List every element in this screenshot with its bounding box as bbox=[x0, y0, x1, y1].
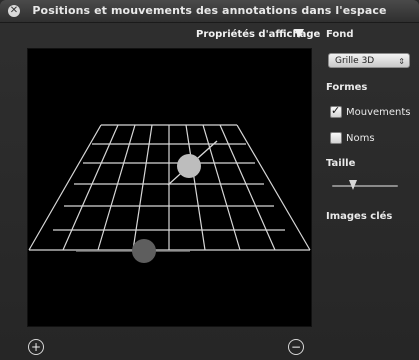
3d-grid-svg bbox=[28, 124, 311, 263]
noms-label: Noms bbox=[346, 133, 375, 144]
grid-lines bbox=[28, 124, 311, 251]
title-bar: ✕ Positions et mouvements des annotation… bbox=[0, 0, 419, 23]
taille-slider-track[interactable] bbox=[332, 185, 398, 187]
remove-button[interactable]: − bbox=[288, 339, 304, 355]
minus-icon: − bbox=[290, 340, 302, 354]
fond-select[interactable]: Grille 3D ⇕ bbox=[328, 53, 410, 68]
3d-grid-viewport[interactable] bbox=[27, 48, 312, 327]
annotations-window: ✕ Positions et mouvements des annotation… bbox=[0, 0, 419, 360]
plus-icon: + bbox=[30, 340, 42, 354]
images-cles-label: Images clés bbox=[326, 211, 393, 222]
taille-label: Taille bbox=[326, 158, 356, 169]
taille-slider-thumb[interactable] bbox=[349, 180, 357, 190]
window-title: Positions et mouvements des annotations … bbox=[32, 4, 387, 17]
fond-select-value: Grille 3D bbox=[335, 56, 375, 66]
select-stepper-icon: ⇕ bbox=[398, 57, 405, 66]
mouvements-label: Mouvements bbox=[346, 107, 411, 118]
fond-label: Fond bbox=[326, 29, 354, 40]
display-properties-toggle-icon[interactable] bbox=[294, 29, 304, 38]
annotation-sphere-light[interactable] bbox=[177, 154, 201, 178]
noms-checkbox[interactable] bbox=[330, 132, 342, 144]
formes-label: Formes bbox=[326, 82, 368, 93]
annotation-sphere-dark[interactable] bbox=[132, 239, 156, 263]
noms-checkbox-row[interactable]: Noms bbox=[330, 132, 375, 144]
mouvements-checkbox-row[interactable]: Mouvements bbox=[330, 104, 411, 118]
mouvements-checkbox[interactable] bbox=[330, 104, 342, 118]
add-button[interactable]: + bbox=[28, 339, 44, 355]
